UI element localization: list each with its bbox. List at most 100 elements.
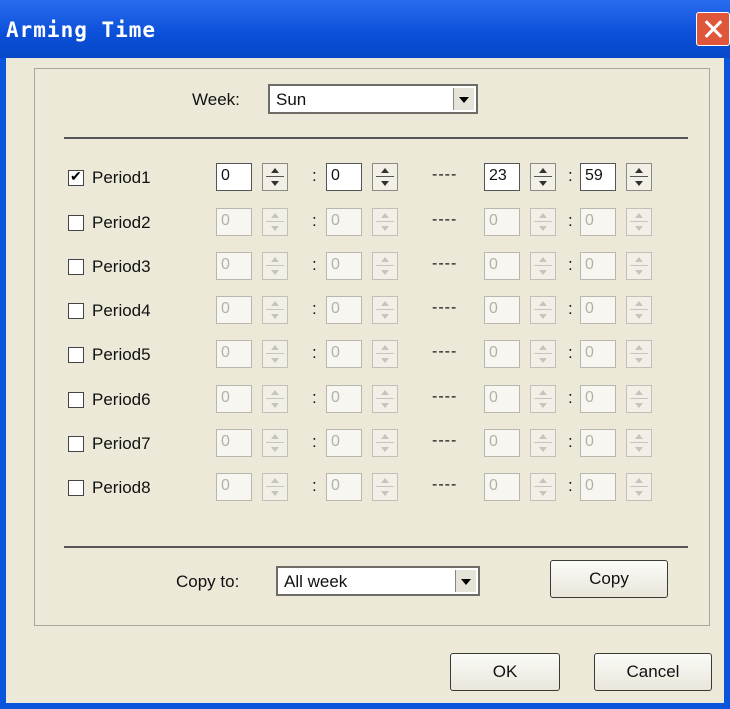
time-value: 0 [585, 256, 594, 273]
spin-arrows-icon[interactable] [262, 429, 288, 457]
period-checkbox[interactable] [68, 436, 84, 452]
spin-arrows-icon[interactable] [626, 385, 652, 413]
spin-arrows-icon[interactable] [262, 252, 288, 280]
time-value: 0 [585, 300, 594, 317]
time-input-start-h[interactable]: 0 [216, 385, 252, 413]
period-checkbox[interactable] [68, 347, 84, 363]
spin-arrows-icon[interactable] [530, 252, 556, 280]
time-value: 0 [221, 344, 230, 361]
time-input-end-m[interactable]: 59 [580, 163, 616, 191]
time-input-end-h[interactable]: 0 [484, 296, 520, 324]
time-separator: : [568, 343, 573, 362]
spin-arrows-icon[interactable] [626, 429, 652, 457]
ok-button[interactable]: OK [450, 653, 560, 691]
spin-arrows-icon[interactable] [372, 163, 398, 191]
time-input-end-m[interactable]: 0 [580, 208, 616, 236]
spin-arrows-icon[interactable] [262, 473, 288, 501]
spin-arrows-icon[interactable] [626, 296, 652, 324]
spin-arrows-icon[interactable] [372, 208, 398, 236]
period-checkbox[interactable] [68, 392, 84, 408]
close-icon[interactable] [696, 12, 730, 46]
time-separator: : [568, 432, 573, 451]
time-input-end-m[interactable]: 0 [580, 340, 616, 368]
time-input-start-h[interactable]: 0 [216, 252, 252, 280]
period-row: Period6 0:0 0:0 ---- [6, 382, 730, 418]
spin-arrows-icon[interactable] [530, 296, 556, 324]
time-input-start-m[interactable]: 0 [326, 208, 362, 236]
time-input-start-m[interactable]: 0 [326, 296, 362, 324]
spin-arrows-icon[interactable] [262, 296, 288, 324]
period-checkbox[interactable] [68, 303, 84, 319]
window-title: Arming Time [6, 18, 157, 42]
spin-arrows-icon[interactable] [530, 340, 556, 368]
spin-arrows-icon[interactable] [626, 340, 652, 368]
spin-arrows-icon[interactable] [530, 163, 556, 191]
time-separator: : [568, 211, 573, 230]
time-input-end-m[interactable]: 0 [580, 429, 616, 457]
spin-arrows-icon[interactable] [530, 385, 556, 413]
period-label: Period7 [92, 434, 151, 453]
time-input-end-m[interactable]: 0 [580, 252, 616, 280]
time-input-start-m[interactable]: 0 [326, 473, 362, 501]
time-input-start-m[interactable]: 0 [326, 163, 362, 191]
time-input-start-h[interactable]: 0 [216, 208, 252, 236]
spin-arrows-icon[interactable] [530, 473, 556, 501]
spin-arrows-icon[interactable] [626, 473, 652, 501]
spin-arrows-icon[interactable] [262, 340, 288, 368]
time-input-end-h[interactable]: 0 [484, 429, 520, 457]
time-input-end-m[interactable]: 0 [580, 473, 616, 501]
spin-arrows-icon[interactable] [530, 208, 556, 236]
spin-arrows-icon[interactable] [530, 429, 556, 457]
spin-arrows-icon[interactable] [372, 385, 398, 413]
time-input-end-h[interactable]: 0 [484, 385, 520, 413]
time-input-start-h[interactable]: 0 [216, 296, 252, 324]
time-input-start-h[interactable]: 0 [216, 429, 252, 457]
spin-arrows-icon[interactable] [626, 252, 652, 280]
spin-arrows-icon[interactable] [262, 208, 288, 236]
time-input-start-m[interactable]: 0 [326, 429, 362, 457]
time-value: 0 [585, 477, 594, 494]
time-input-start-m[interactable]: 0 [326, 340, 362, 368]
time-input-end-h[interactable]: 23 [484, 163, 520, 191]
spin-arrows-icon[interactable] [262, 385, 288, 413]
time-input-start-m[interactable]: 0 [326, 252, 362, 280]
spin-arrows-icon[interactable] [372, 252, 398, 280]
time-value: 0 [585, 344, 594, 361]
spin-arrows-icon[interactable] [626, 163, 652, 191]
period-checkbox[interactable] [68, 480, 84, 496]
period-label: Period2 [92, 213, 151, 232]
spin-arrows-icon[interactable] [626, 208, 652, 236]
spin-arrows-icon[interactable] [372, 473, 398, 501]
time-input-end-h[interactable]: 0 [484, 473, 520, 501]
time-separator: : [312, 388, 317, 407]
cancel-button[interactable]: Cancel [594, 653, 712, 691]
copy-to-select[interactable]: All week [276, 566, 480, 596]
period-row: Period8 0:0 0:0 ---- [6, 470, 730, 506]
spin-arrows-icon[interactable] [372, 429, 398, 457]
time-value: 0 [331, 344, 340, 361]
spin-arrows-icon[interactable] [372, 296, 398, 324]
time-input-end-h[interactable]: 0 [484, 340, 520, 368]
period-checkbox[interactable] [68, 215, 84, 231]
copy-button[interactable]: Copy [550, 560, 668, 598]
time-input-end-m[interactable]: 0 [580, 385, 616, 413]
spin-arrows-icon[interactable] [372, 340, 398, 368]
time-input-end-h[interactable]: 0 [484, 208, 520, 236]
title-bar[interactable]: Arming Time [0, 0, 730, 58]
period-row: Period3 0:0 0:0 ---- [6, 249, 730, 285]
chevron-down-icon[interactable] [453, 88, 474, 110]
time-input-start-h[interactable]: 0 [216, 163, 252, 191]
time-input-start-h[interactable]: 0 [216, 340, 252, 368]
time-input-end-h[interactable]: 0 [484, 252, 520, 280]
time-value: 0 [489, 212, 498, 229]
chevron-down-icon[interactable] [455, 570, 476, 592]
time-input-start-m[interactable]: 0 [326, 385, 362, 413]
week-select[interactable]: Sun [268, 84, 478, 114]
time-input-end-m[interactable]: 0 [580, 296, 616, 324]
time-value: 0 [221, 167, 230, 184]
time-input-start-h[interactable]: 0 [216, 473, 252, 501]
spin-arrows-icon[interactable] [262, 163, 288, 191]
period-checkbox[interactable] [68, 259, 84, 275]
time-value: 0 [585, 433, 594, 450]
period-checkbox[interactable] [68, 168, 84, 186]
